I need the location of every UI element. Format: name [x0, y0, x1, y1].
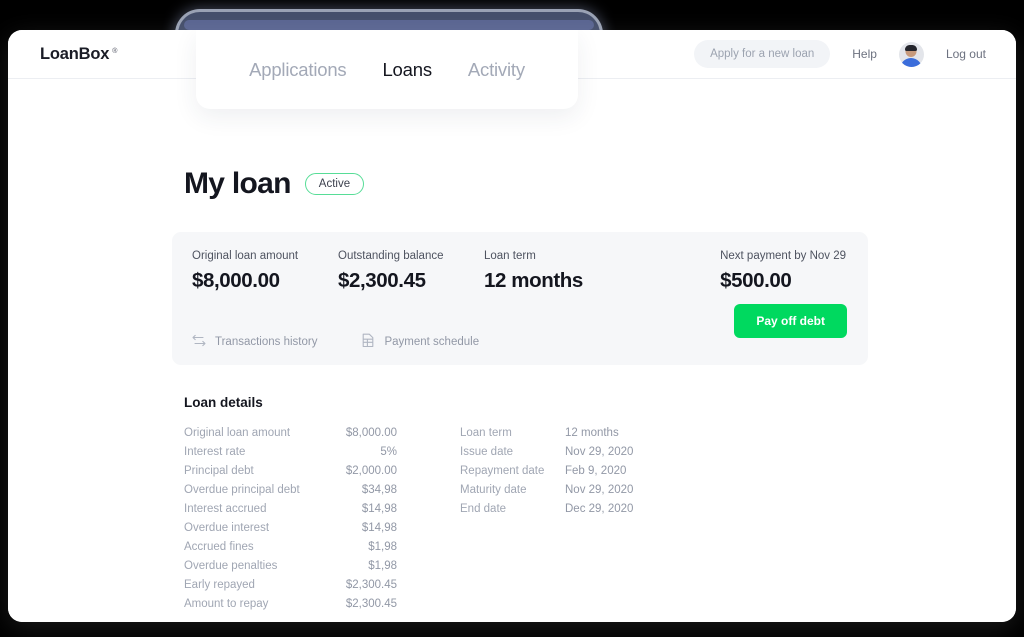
transactions-history-link[interactable]: Transactions history — [192, 333, 317, 351]
metric-label: Original loan amount — [192, 250, 299, 262]
payment-schedule-link[interactable]: Payment schedule — [361, 333, 479, 351]
metric-value: $2,300.45 — [338, 269, 426, 292]
detail-label: Accrued fines — [184, 541, 254, 553]
detail-label: Interest accrued — [184, 503, 267, 515]
document-table-icon — [361, 333, 375, 351]
detail-value: $2,300.45 — [345, 598, 397, 610]
tab-loans[interactable]: Loans — [382, 59, 432, 81]
link-label: Transactions history — [215, 336, 318, 348]
detail-value: Dec 29, 2020 — [565, 503, 634, 515]
loan-details-section: Loan details Original loan amount $8,000… — [184, 395, 1016, 614]
detail-label: Amount to repay — [184, 598, 269, 610]
detail-label: Early repayed — [184, 579, 255, 591]
detail-value: 12 months — [565, 427, 619, 439]
avatar-hair — [905, 44, 918, 51]
apply-new-loan-button[interactable]: Apply for a new loan — [694, 40, 831, 68]
detail-row: Principal debt $2,000.00 — [184, 462, 397, 481]
detail-row: Loan term 12 months — [460, 424, 660, 443]
metric-original-loan-amount: Original loan amount $8,000.00 — [192, 250, 338, 293]
help-link[interactable]: Help — [852, 47, 877, 61]
avatar-body — [900, 57, 923, 67]
detail-row: Overdue principal debt $34,98 — [184, 481, 397, 500]
metric-value: $8,000.00 — [192, 269, 280, 292]
summary-card-links: Transactions history Payment schedule — [192, 333, 479, 351]
detail-row: Early repayed $2,300.45 — [184, 576, 397, 595]
detail-row: Interest rate 5% — [184, 443, 397, 462]
loan-details-columns: Original loan amount $8,000.00 Interest … — [184, 424, 1016, 614]
detail-value: $2,000.00 — [345, 465, 397, 477]
brand-name: LoanBox — [40, 44, 110, 63]
detail-row: Overdue interest $14,98 — [184, 519, 397, 538]
detail-value: $1,98 — [368, 560, 397, 572]
metric-label: Outstanding balance — [338, 250, 444, 262]
detail-label: Overdue penalties — [184, 560, 278, 572]
detail-label: Maturity date — [460, 484, 527, 496]
detail-label: Interest rate — [184, 446, 246, 458]
detail-value: Nov 29, 2020 — [565, 446, 634, 458]
metric-value: 12 months — [484, 269, 583, 292]
detail-label: Overdue interest — [184, 522, 270, 534]
detail-value: $8,000.00 — [345, 427, 397, 439]
metric-outstanding-balance: Outstanding balance $2,300.45 — [338, 250, 484, 293]
detail-value: $14,98 — [361, 522, 397, 534]
transfer-arrows-icon — [192, 334, 206, 350]
detail-value: $1,98 — [368, 541, 397, 553]
brand-logo[interactable]: LoanBox ® — [40, 45, 117, 64]
logout-link[interactable]: Log out — [946, 47, 986, 61]
detail-label: Issue date — [460, 446, 514, 458]
primary-nav-card: Applications Loans Activity — [196, 30, 578, 109]
detail-row: Repayment date Feb 9, 2020 — [460, 462, 660, 481]
tab-activity[interactable]: Activity — [468, 59, 525, 81]
avatar[interactable] — [898, 41, 924, 67]
status-badge: Active — [304, 173, 365, 195]
metric-loan-term: Loan term 12 months — [484, 250, 630, 293]
loan-details-left-column: Original loan amount $8,000.00 Interest … — [184, 424, 397, 614]
trademark-symbol: ® — [112, 47, 118, 55]
link-label: Payment schedule — [384, 336, 480, 348]
page-title-row: My loan Active — [184, 167, 1016, 201]
metric-next-payment: Next payment by Nov 29 $500.00 — [720, 250, 846, 293]
detail-value: 5% — [380, 446, 397, 458]
loan-summary-card: Original loan amount $8,000.00 Outstandi… — [172, 232, 868, 365]
detail-value: $34,98 — [361, 484, 397, 496]
summary-metrics: Original loan amount $8,000.00 Outstandi… — [172, 232, 868, 293]
detail-label: Repayment date — [460, 465, 545, 477]
detail-row: Interest accrued $14,98 — [184, 500, 397, 519]
loan-details-title: Loan details — [184, 395, 263, 410]
detail-label: Principal debt — [184, 465, 254, 477]
header-actions: Apply for a new loan Help Log out — [694, 40, 986, 68]
browser-window: LoanBox ® Apply for a new loan Help Log … — [8, 30, 1016, 622]
page-title: My loan — [184, 167, 291, 200]
metric-label: Loan term — [484, 250, 536, 262]
page-content: My loan Active Original loan amount $8,0… — [8, 167, 1016, 622]
detail-row: Issue date Nov 29, 2020 — [460, 443, 660, 462]
detail-row: Accrued fines $1,98 — [184, 538, 397, 557]
metric-label: Next payment by Nov 29 — [720, 250, 846, 262]
detail-label: Overdue principal debt — [184, 484, 300, 496]
detail-row: Overdue penalties $1,98 — [184, 557, 397, 576]
detail-value: $2,300.45 — [345, 579, 397, 591]
tab-applications[interactable]: Applications — [249, 59, 347, 81]
detail-value: Feb 9, 2020 — [565, 465, 627, 477]
detail-label: Original loan amount — [184, 427, 291, 439]
metric-value: $500.00 — [720, 269, 792, 292]
detail-row: Amount to repay $2,300.45 — [184, 595, 397, 614]
detail-value: Nov 29, 2020 — [565, 484, 634, 496]
detail-row: Original loan amount $8,000.00 — [184, 424, 397, 443]
detail-row: Maturity date Nov 29, 2020 — [460, 481, 660, 500]
detail-row: End date Dec 29, 2020 — [460, 500, 660, 519]
loan-details-right-column: Loan term 12 months Issue date Nov 29, 2… — [460, 424, 660, 614]
detail-label: End date — [460, 503, 507, 515]
detail-value: $14,98 — [361, 503, 397, 515]
pay-off-debt-button[interactable]: Pay off debt — [734, 304, 847, 338]
detail-label: Loan term — [460, 427, 512, 439]
